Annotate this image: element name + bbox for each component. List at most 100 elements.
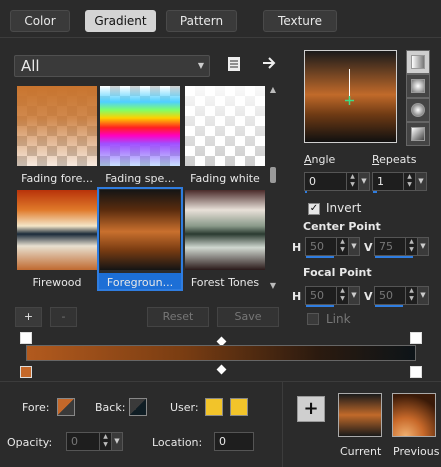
focal-h-spinner[interactable]: 50 ▲ ▼ ▼ bbox=[305, 286, 360, 307]
center-v-value: 75 bbox=[379, 240, 393, 253]
location-field[interactable]: 0 bbox=[214, 432, 254, 451]
tab-texture[interactable]: Texture bbox=[263, 10, 337, 32]
tab-color[interactable]: Color bbox=[10, 10, 70, 32]
tab-divider bbox=[0, 37, 441, 38]
arrow-right-icon[interactable] bbox=[262, 56, 276, 70]
focal-v-slider[interactable] bbox=[375, 305, 403, 307]
gradient-thumb-fading-white[interactable] bbox=[185, 86, 265, 166]
tab-pattern[interactable]: Pattern bbox=[166, 10, 237, 32]
center-h-value: 50 bbox=[310, 240, 324, 253]
angle-value: 0 bbox=[309, 175, 316, 188]
reset-button[interactable]: Reset bbox=[147, 307, 209, 327]
category-select[interactable]: All ▼ bbox=[14, 55, 210, 77]
category-select-value: All bbox=[21, 57, 40, 75]
color-midpoint[interactable] bbox=[216, 364, 227, 375]
crosshair-icon[interactable] bbox=[345, 95, 354, 105]
back-swatch[interactable] bbox=[129, 398, 147, 416]
spinner-arrows-icon[interactable]: ▲ ▼ bbox=[346, 173, 358, 190]
scroll-down-icon[interactable]: ▼ bbox=[267, 281, 279, 290]
sunburst-style-button[interactable] bbox=[406, 98, 430, 122]
linear-style-button[interactable] bbox=[406, 50, 430, 74]
focal-v-spinner[interactable]: 50 ▲ ▼ ▼ bbox=[374, 286, 429, 307]
center-v-slider[interactable] bbox=[375, 256, 413, 258]
gradient-label: Fading white bbox=[190, 172, 260, 185]
chevron-down-icon[interactable]: ▼ bbox=[358, 172, 370, 191]
focal-h-value: 50 bbox=[310, 289, 324, 302]
gradient-thumb-firewood[interactable] bbox=[17, 190, 97, 270]
gradient-thumb-foreground-background[interactable] bbox=[100, 190, 180, 270]
previous-swatch[interactable] bbox=[392, 393, 436, 437]
chevron-down-icon[interactable]: ▼ bbox=[417, 237, 429, 256]
add-gradient-button[interactable]: + bbox=[15, 307, 42, 327]
scrollbar-thumb[interactable] bbox=[270, 167, 276, 183]
focal-v-label: V bbox=[364, 290, 373, 303]
chevron-down-icon[interactable]: ▼ bbox=[417, 286, 429, 305]
gradient-label: Forest Tones bbox=[190, 276, 260, 289]
center-h-slider[interactable] bbox=[306, 256, 334, 258]
focal-h-slider[interactable] bbox=[306, 305, 334, 307]
remove-gradient-button[interactable]: - bbox=[50, 307, 77, 327]
fore-label: Fore: bbox=[22, 401, 50, 414]
chevron-down-icon[interactable]: ▼ bbox=[415, 172, 427, 191]
repeats-label: Repeats bbox=[372, 153, 417, 166]
chevron-down-icon[interactable]: ▼ bbox=[348, 237, 360, 256]
angle-label: Angle bbox=[304, 153, 336, 166]
opacity-stop-right[interactable] bbox=[410, 332, 422, 344]
gradient-editor-bar[interactable] bbox=[26, 345, 416, 361]
gradient-label: Firewood bbox=[32, 276, 82, 289]
spinner-arrows-icon[interactable]: ▲ ▼ bbox=[403, 173, 415, 190]
gradient-thumb-fading-foreground[interactable] bbox=[17, 86, 97, 166]
opacity-spinner[interactable]: 0 ▲ ▼ ▼ bbox=[66, 432, 123, 451]
save-gradient-button[interactable]: Save bbox=[217, 307, 279, 327]
gradient-thumb-fading-spectrum[interactable] bbox=[100, 86, 180, 166]
fore-swatch[interactable] bbox=[57, 398, 75, 416]
focal-h-label: H bbox=[292, 290, 302, 303]
invert-checkbox[interactable]: ✓ bbox=[308, 203, 320, 215]
spinner-arrows-icon[interactable]: ▲ ▼ bbox=[405, 287, 417, 304]
chevron-down-icon[interactable]: ▼ bbox=[111, 432, 123, 451]
document-icon[interactable] bbox=[227, 56, 241, 72]
chevron-down-icon: ▼ bbox=[197, 61, 204, 70]
invert-label: Invert bbox=[326, 201, 362, 215]
spinner-arrows-icon[interactable]: ▲ ▼ bbox=[405, 238, 417, 255]
current-swatch[interactable] bbox=[338, 393, 382, 437]
previous-label: Previous bbox=[393, 445, 440, 458]
focal-point-label: Focal Point bbox=[303, 266, 372, 279]
center-h-spinner[interactable]: 50 ▲ ▼ ▼ bbox=[305, 237, 360, 258]
gradient-thumb-forest-tones[interactable] bbox=[185, 190, 265, 270]
gradient-label: Foregroun... bbox=[106, 276, 174, 289]
tab-gradient[interactable]: Gradient bbox=[85, 10, 156, 32]
rectangular-style-button[interactable] bbox=[406, 74, 430, 98]
repeats-spinner[interactable]: 1 ▲ ▼ ▼ bbox=[372, 172, 427, 193]
center-v-spinner[interactable]: 75 ▲ ▼ ▼ bbox=[374, 237, 429, 258]
spinner-arrows-icon[interactable]: ▲ ▼ bbox=[336, 287, 348, 304]
scroll-up-icon[interactable]: ▲ bbox=[267, 85, 279, 94]
user-swatch-1[interactable] bbox=[205, 398, 223, 416]
add-swatch-button[interactable]: + bbox=[297, 396, 325, 422]
link-label: Link bbox=[326, 312, 351, 326]
color-stop-right[interactable] bbox=[410, 366, 422, 378]
current-label: Current bbox=[340, 445, 382, 458]
angle-slider[interactable] bbox=[305, 191, 307, 193]
link-checkbox[interactable] bbox=[307, 313, 319, 325]
gradient-preview[interactable] bbox=[304, 50, 397, 143]
repeats-slider[interactable] bbox=[373, 191, 377, 193]
user-label: User: bbox=[170, 401, 199, 414]
user-swatch-2[interactable] bbox=[230, 398, 248, 416]
location-label: Location: bbox=[152, 436, 203, 449]
center-h-label: H bbox=[292, 241, 302, 254]
opacity-stop-left[interactable] bbox=[20, 332, 32, 344]
chevron-down-icon[interactable]: ▼ bbox=[348, 286, 360, 305]
radial-style-button[interactable] bbox=[406, 122, 430, 146]
focal-v-value: 50 bbox=[379, 289, 393, 302]
spinner-arrows-icon[interactable]: ▲ ▼ bbox=[336, 238, 348, 255]
divider bbox=[282, 382, 283, 467]
opacity-label: Opacity: bbox=[7, 436, 53, 449]
back-label: Back: bbox=[95, 401, 126, 414]
angle-spinner[interactable]: 0 ▲ ▼ ▼ bbox=[304, 172, 370, 193]
color-stop-left[interactable] bbox=[20, 366, 32, 378]
gradient-list-scrollbar[interactable]: ▲ ▼ bbox=[267, 85, 279, 290]
location-value: 0 bbox=[219, 435, 226, 448]
opacity-value: 0 bbox=[71, 435, 78, 448]
spinner-arrows-icon[interactable]: ▲ ▼ bbox=[99, 433, 111, 450]
